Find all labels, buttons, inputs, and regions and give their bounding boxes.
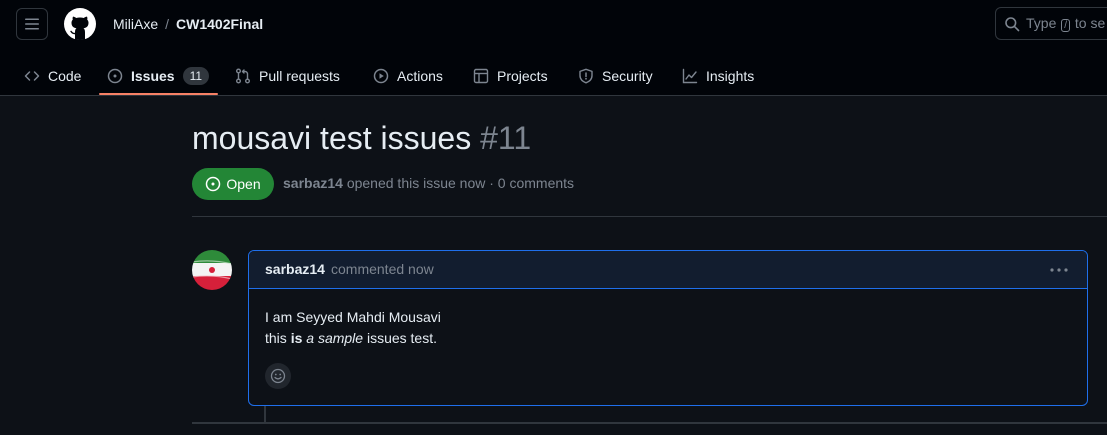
active-tab-underline — [99, 93, 218, 95]
issue-state-badge: Open — [192, 168, 274, 200]
search-icon — [1005, 16, 1020, 31]
tab-insights[interactable]: Insights — [682, 56, 754, 96]
smiley-icon — [270, 368, 286, 384]
kebab-horizontal-icon — [1050, 268, 1068, 272]
tab-security-label: Security — [602, 68, 653, 84]
issue-opened-icon — [206, 176, 221, 192]
tab-actions-label: Actions — [397, 68, 443, 84]
iran-flag-avatar-icon — [192, 250, 232, 290]
comment-options-button[interactable] — [1047, 261, 1071, 279]
timeline-connector — [264, 406, 266, 422]
comment-bold-text: is — [290, 330, 303, 346]
issue-meta: sarbaz14 opened this issue now · 0 comme… — [283, 175, 574, 193]
tab-pull-requests-label: Pull requests — [259, 68, 340, 84]
issues-count-badge: 11 — [182, 67, 210, 85]
tab-security[interactable]: Security — [578, 56, 653, 96]
search-shortcut-key: / — [1061, 19, 1071, 32]
tab-pull-requests[interactable]: Pull requests — [235, 56, 340, 96]
avatar[interactable] — [192, 250, 232, 290]
search-input[interactable]: Type / to se — [995, 7, 1107, 40]
comment-timestamp[interactable]: commented now — [331, 261, 434, 277]
comment-line-1: I am Seyyed Mahdi Mousavi — [265, 309, 441, 325]
tab-issues-label: Issues — [131, 68, 175, 84]
header-divider — [192, 216, 1107, 217]
app-header: MiliAxe / CW1402Final Type / to se Code … — [0, 0, 1107, 96]
tab-projects-label: Projects — [497, 68, 548, 84]
code-icon — [24, 71, 40, 81]
git-pull-request-icon — [236, 68, 250, 84]
issue-meta-text: opened this issue now · 0 comments — [346, 175, 575, 191]
add-reaction-button[interactable] — [265, 363, 291, 389]
tab-code[interactable]: Code — [24, 56, 81, 96]
timeline-divider — [192, 422, 1107, 424]
shield-icon — [579, 68, 593, 84]
repo-owner-link[interactable]: MiliAxe — [113, 16, 158, 32]
tab-insights-label: Insights — [706, 68, 755, 84]
repo-name-link[interactable]: CW1402Final — [176, 16, 263, 32]
issue-number: #11 — [480, 120, 532, 156]
comment-box: sarbaz14 commented now I am Seyyed Mahdi… — [248, 250, 1088, 406]
comment-author-link[interactable]: sarbaz14 — [265, 261, 325, 277]
comment-line-2: this is a sample issues test. — [265, 330, 437, 346]
tab-projects[interactable]: Projects — [473, 56, 548, 96]
issue-state-label: Open — [226, 176, 261, 192]
search-placeholder: Type / to se — [1026, 15, 1106, 32]
graph-icon — [682, 68, 698, 84]
comment-italic-text: a sample — [306, 330, 364, 346]
table-icon — [473, 68, 489, 84]
hamburger-icon — [25, 18, 39, 30]
github-logo-icon[interactable] — [64, 8, 96, 40]
issue-title-text: mousavi test issues — [192, 120, 472, 156]
issue-opened-icon — [107, 68, 123, 84]
play-icon — [373, 68, 389, 84]
tab-actions[interactable]: Actions — [373, 56, 443, 96]
issue-title: mousavi test issues #11 — [192, 120, 531, 162]
breadcrumb: MiliAxe / CW1402Final — [113, 14, 263, 34]
comment-header: sarbaz14 commented now — [249, 251, 1087, 289]
breadcrumb-separator: / — [165, 16, 170, 32]
comment-body: I am Seyyed Mahdi Mousavi this is a samp… — [265, 307, 441, 349]
tab-issues[interactable]: Issues 11 — [107, 56, 210, 96]
tab-code-label: Code — [48, 68, 82, 84]
menu-button[interactable] — [16, 8, 48, 40]
issue-author-link[interactable]: sarbaz14 — [283, 175, 343, 191]
